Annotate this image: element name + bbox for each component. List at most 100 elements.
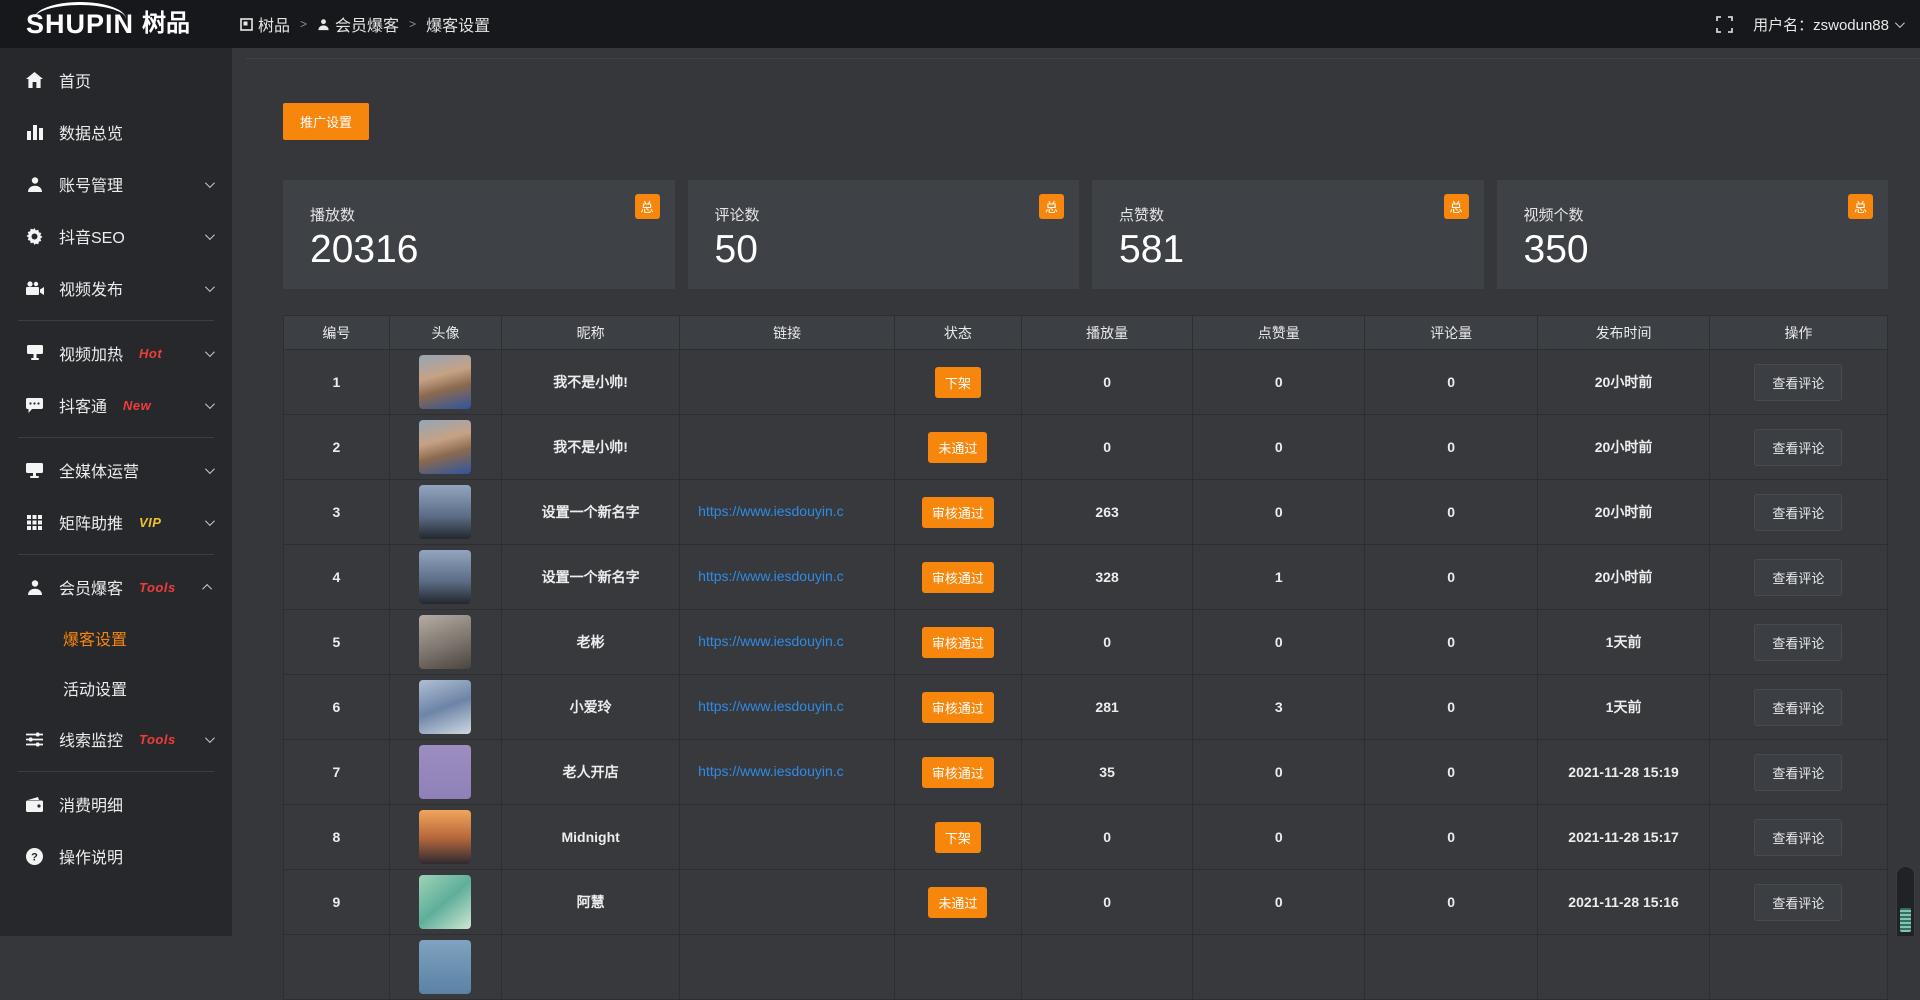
content-divider [246,58,1920,59]
sidebar-item-video-publish[interactable]: 视频发布 [0,262,232,314]
scrollbar-widget[interactable] [1896,866,1915,936]
view-comments-button[interactable]: 查看评论 [1754,429,1842,466]
cell-avatar [389,740,501,805]
view-comments-button[interactable]: 查看评论 [1754,819,1842,856]
chevron-down-icon [205,230,215,240]
view-comments-button[interactable]: 查看评论 [1754,364,1842,401]
sidebar-item-instructions[interactable]: ? 操作说明 [0,830,232,882]
col-header-no: 编号 [284,316,390,350]
stat-label: 播放数 [310,204,675,225]
cell-action: 查看评论 [1709,545,1887,610]
cell-comments: 0 [1365,545,1538,610]
cell-action [1709,935,1887,1000]
view-comments-button[interactable]: 查看评论 [1754,884,1842,921]
cell-time: 20小时前 [1538,350,1710,415]
stat-card-comments: 评论数 50 总 [688,180,1080,289]
cell-plays [1021,935,1193,1000]
cell-status: 未通过 [895,870,1022,935]
sidebar-item-label: 操作说明 [59,844,123,868]
sidebar-item-data-overview[interactable]: 数据总览 [0,106,232,158]
breadcrumb-item-member[interactable]: 会员爆客 [317,12,399,36]
cell-likes: 0 [1193,740,1365,805]
view-comments-button[interactable]: 查看评论 [1754,559,1842,596]
sidebar-item-douyin-seo[interactable]: 抖音SEO [0,210,232,262]
sidebar-item-label: 矩阵助推 [59,510,123,534]
sidebar-item-home[interactable]: 首页 [0,54,232,106]
cell-link: https://www.iesdouyin.c [680,480,895,545]
cell-plays: 0 [1021,805,1193,870]
table-row: 8 Midnight 下架 0 0 0 2021-11-28 15:17 查看评… [284,805,1888,870]
tools-badge: Tools [139,732,176,747]
table-row: 7 老人开店 https://www.iesdouyin.c 审核通过 35 0… [284,740,1888,805]
cell-nickname: 设置一个新名字 [502,480,680,545]
chevron-down-icon [205,347,215,357]
sidebar-item-douketong[interactable]: 抖客通 New [0,379,232,431]
col-header-time: 发布时间 [1538,316,1710,350]
user-menu[interactable]: 用户名：zswodun88 [1753,14,1902,35]
cell-avatar [389,415,501,480]
sidebar-item-label: 全媒体运营 [59,458,139,482]
chevron-down-icon [205,516,215,526]
scrollbar-thumb[interactable] [1900,908,1911,932]
cell-likes: 0 [1193,870,1365,935]
view-comments-button[interactable]: 查看评论 [1754,494,1842,531]
status-badge: 未通过 [928,887,987,918]
cell-no: 6 [284,675,390,740]
status-badge: 审核通过 [922,562,994,593]
video-link[interactable]: https://www.iesdouyin.c [698,568,844,584]
avatar [419,420,471,474]
status-badge: 审核通过 [922,692,994,723]
cell-plays: 0 [1021,415,1193,480]
sidebar-item-all-media[interactable]: 全媒体运营 [0,444,232,496]
video-link[interactable]: https://www.iesdouyin.c [698,698,844,714]
sidebar-item-consumption-detail[interactable]: 消费明细 [0,778,232,830]
cell-likes: 0 [1193,415,1365,480]
table-row: 3 设置一个新名字 https://www.iesdouyin.c 审核通过 2… [284,480,1888,545]
sidebar-divider [18,320,214,321]
sidebar-subitem-activity-settings[interactable]: 活动设置 [0,663,232,713]
cell-avatar [389,610,501,675]
svg-text:?: ? [31,851,38,863]
cell-no: 8 [284,805,390,870]
cell-no: 3 [284,480,390,545]
view-comments-button[interactable]: 查看评论 [1754,754,1842,791]
tools-badge: Tools [139,580,176,595]
logo[interactable]: SHUPIN 树品 [0,11,232,38]
col-header-plays: 播放量 [1021,316,1193,350]
cell-avatar [389,870,501,935]
status-badge: 审核通过 [922,497,994,528]
cell-time: 20小时前 [1538,415,1710,480]
cell-time: 2021-11-28 15:17 [1538,805,1710,870]
total-badge: 总 [635,194,660,219]
sidebar-item-clue-monitor[interactable]: 线索监控 Tools [0,713,232,765]
cell-plays: 328 [1021,545,1193,610]
status-badge: 审核通过 [922,627,994,658]
videos-table: 编号 头像 昵称 链接 状态 播放量 点赞量 评论量 发布时间 操作 1 我不是… [283,315,1888,1000]
view-comments-button[interactable]: 查看评论 [1754,689,1842,726]
sidebar-item-account[interactable]: 账号管理 [0,158,232,210]
col-header-comments: 评论量 [1365,316,1538,350]
cell-nickname: 老人开店 [502,740,680,805]
table-header-row: 编号 头像 昵称 链接 状态 播放量 点赞量 评论量 发布时间 操作 [284,316,1888,350]
total-badge: 总 [1444,194,1469,219]
sidebar-item-matrix-boost[interactable]: 矩阵助推 VIP [0,496,232,548]
status-badge: 下架 [935,822,981,853]
cell-no [284,935,390,1000]
cell-avatar [389,350,501,415]
view-comments-button[interactable]: 查看评论 [1754,624,1842,661]
cell-comments: 0 [1365,480,1538,545]
sidebar-item-video-heat[interactable]: 视频加热 Hot [0,327,232,379]
sidebar-item-label: 首页 [59,68,91,92]
video-link[interactable]: https://www.iesdouyin.c [698,763,844,779]
video-link[interactable]: https://www.iesdouyin.c [698,633,844,649]
fullscreen-icon[interactable] [1716,16,1733,33]
sidebar-subitem-baoke-settings[interactable]: 爆客设置 [0,613,232,663]
video-link[interactable]: https://www.iesdouyin.c [698,503,844,519]
sidebar-item-member-baoke[interactable]: 会员爆客 Tools [0,561,232,613]
stat-value: 350 [1524,228,1889,272]
cell-nickname: 我不是小帅! [502,350,680,415]
breadcrumb-item-home[interactable]: 树品 [240,12,290,36]
promo-settings-button[interactable]: 推广设置 [283,103,369,140]
cell-time: 20小时前 [1538,545,1710,610]
stat-cards: 播放数 20316 总 评论数 50 总 点赞数 581 总 视频个数 350 … [283,180,1888,289]
